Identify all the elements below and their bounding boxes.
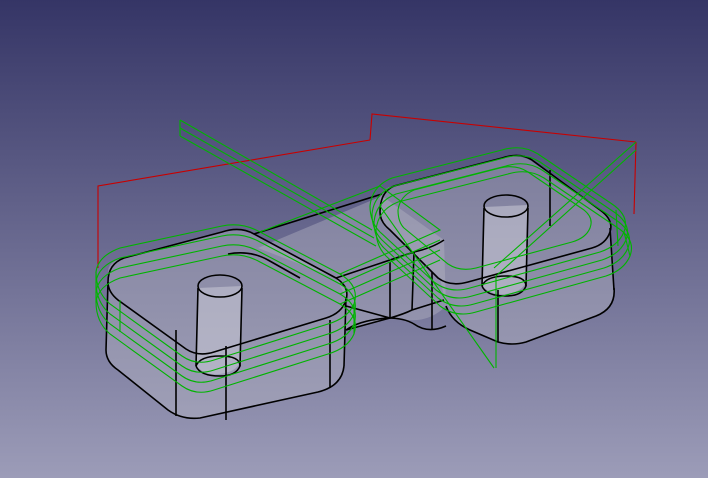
right-hole-wall [482,205,528,295]
3d-viewport[interactable] [0,0,708,478]
3d-scene[interactable] [0,0,708,478]
left-hole-wall [196,286,242,375]
